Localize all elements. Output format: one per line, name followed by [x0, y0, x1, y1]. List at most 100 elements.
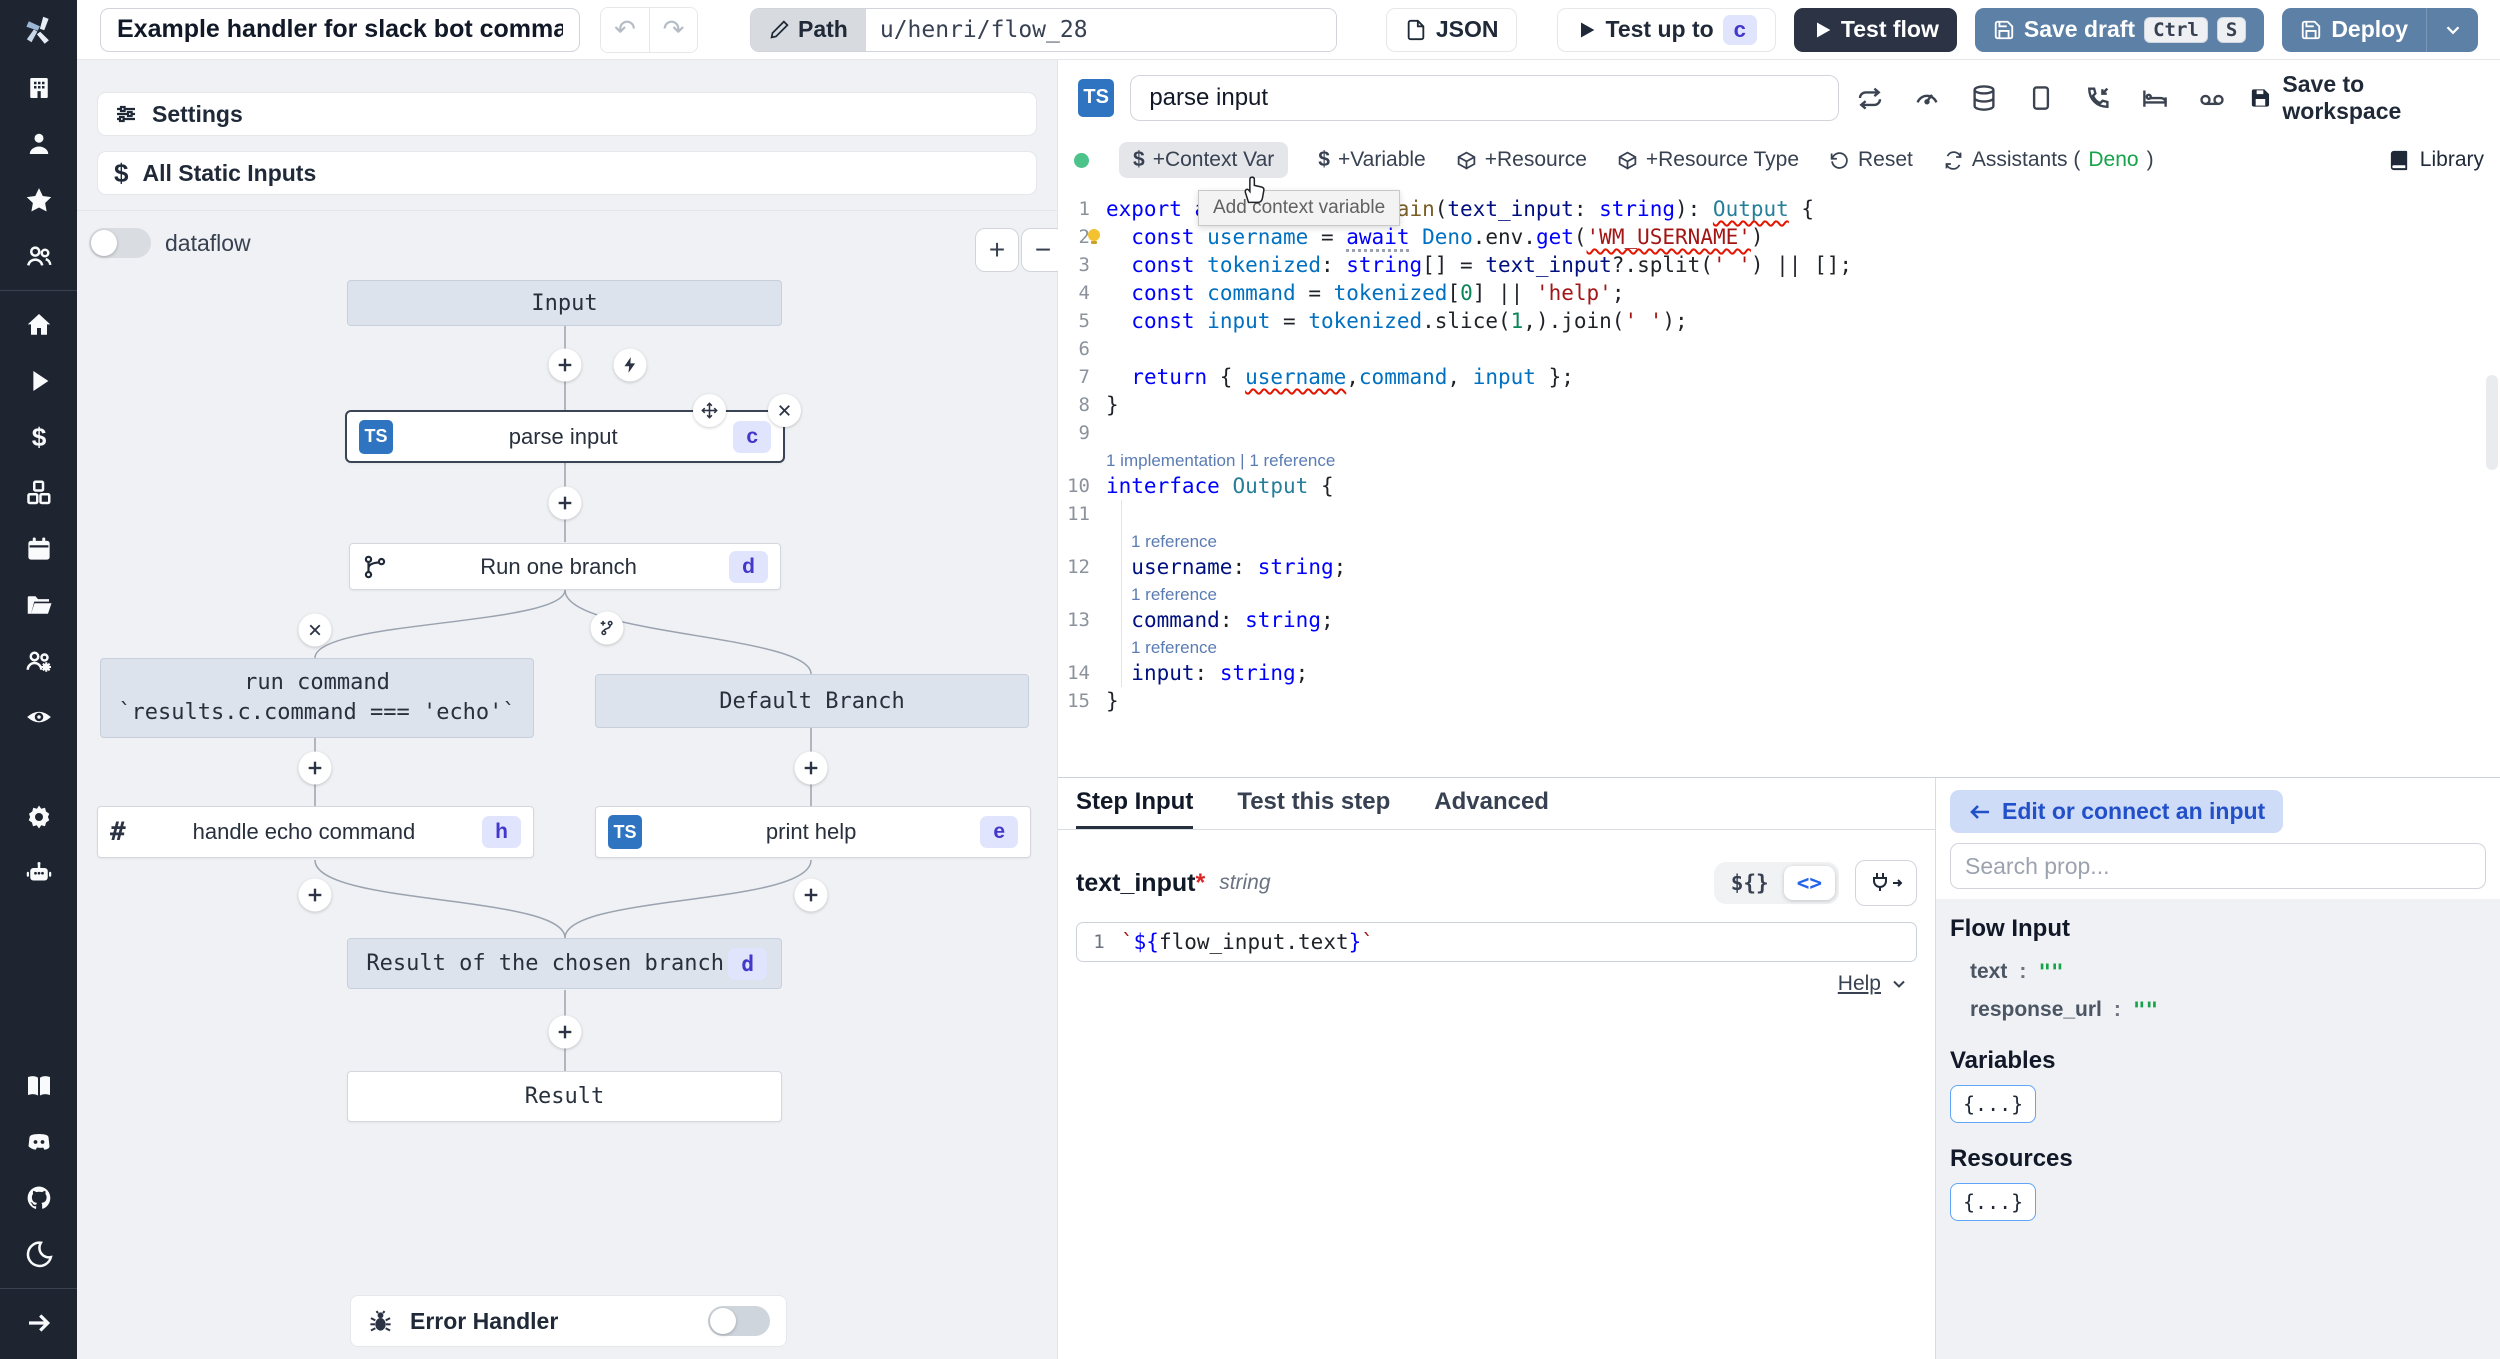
delete-step-button[interactable]: [768, 394, 801, 427]
help-link[interactable]: Help: [1838, 972, 1881, 996]
move-step-button[interactable]: [693, 394, 726, 427]
insert-step-button[interactable]: [548, 348, 582, 382]
code-mode-button[interactable]: <>: [1783, 866, 1835, 900]
square-icon[interactable]: [2026, 83, 2056, 113]
add-resource-button[interactable]: +Resource: [1456, 148, 1587, 172]
error-handler-toggle[interactable]: [708, 1306, 770, 1336]
database-icon[interactable]: [1969, 83, 1999, 113]
schedules-icon[interactable]: [0, 521, 77, 577]
codelens-row[interactable]: 1 reference: [1058, 581, 2500, 606]
deploy-button[interactable]: Deploy: [2282, 7, 2426, 52]
windmill-logo-icon[interactable]: [0, 0, 77, 60]
reset-button[interactable]: Reset: [1829, 148, 1913, 172]
edit-or-connect-button[interactable]: Edit or connect an input: [1950, 790, 2284, 833]
remove-branch-button[interactable]: [298, 613, 332, 647]
insert-step-button[interactable]: [298, 751, 332, 785]
undo-button[interactable]: ↶: [601, 7, 649, 52]
audit-icon[interactable]: [0, 689, 77, 745]
repeat-icon[interactable]: [1855, 83, 1885, 113]
connect-input-button[interactable]: [1855, 860, 1917, 906]
flow-node-default-branch[interactable]: Default Branch: [595, 674, 1029, 728]
groups-icon[interactable]: [0, 633, 77, 689]
gauge-icon[interactable]: [1912, 83, 1942, 113]
codelens-row[interactable]: 1 reference: [1058, 528, 2500, 553]
flow-node-input[interactable]: Input: [347, 280, 782, 326]
star-icon[interactable]: [0, 172, 77, 228]
deploy-more-button[interactable]: [2426, 7, 2478, 52]
line-number: 8: [1078, 394, 1090, 416]
step-name-input[interactable]: [1130, 74, 1840, 121]
insert-step-button[interactable]: [794, 751, 828, 785]
workspace-icon[interactable]: [0, 60, 77, 116]
resources-object-chip[interactable]: {...}: [1950, 1183, 2037, 1221]
flow-node-handle-echo-command[interactable]: # handle echo command h: [97, 806, 534, 858]
typescript-badge: TS: [359, 419, 393, 454]
save-draft-button[interactable]: Save draft Ctrl S: [1974, 7, 2265, 52]
home-icon[interactable]: [0, 297, 77, 353]
save-to-workspace-button[interactable]: Save to workspace: [2249, 71, 2480, 125]
variables-icon[interactable]: $: [0, 409, 77, 465]
flow-title-input[interactable]: [100, 7, 580, 52]
voicemail-icon[interactable]: [2197, 83, 2227, 113]
insert-step-button[interactable]: [548, 486, 582, 520]
add-resource-type-button[interactable]: +Resource Type: [1617, 148, 1799, 172]
test-up-to-step-badge: c: [1722, 14, 1757, 45]
resources-icon[interactable]: [0, 465, 77, 521]
github-icon[interactable]: [0, 1170, 77, 1226]
codelens-row[interactable]: 1 reference: [1058, 634, 2500, 659]
ai-icon[interactable]: [0, 845, 77, 901]
insert-step-button[interactable]: [794, 878, 828, 912]
search-prop-input[interactable]: [1950, 843, 2486, 889]
folders-icon[interactable]: [0, 577, 77, 633]
add-variable-button[interactable]: $ +Variable: [1318, 148, 1425, 172]
add-branch-button[interactable]: [590, 611, 624, 645]
json-button[interactable]: JSON: [1385, 7, 1518, 52]
trigger-button[interactable]: [613, 348, 647, 382]
users-icon[interactable]: [0, 228, 77, 284]
tab-step-input[interactable]: Step Input: [1076, 778, 1194, 829]
chevron-down-icon[interactable]: [1889, 974, 1909, 994]
flow-node-result[interactable]: Result: [347, 1071, 782, 1122]
code-editor[interactable]: Add context variable 1export async funct…: [1058, 185, 2500, 777]
discord-icon[interactable]: [0, 1114, 77, 1170]
insert-step-button[interactable]: [298, 878, 332, 912]
sidebar-footer-group: [0, 1295, 77, 1351]
template-mode-button[interactable]: ${}: [1718, 866, 1782, 900]
tab-test-this-step[interactable]: Test this step: [1237, 778, 1390, 829]
bed-icon[interactable]: [2140, 83, 2170, 113]
flow-input-prop-response_url[interactable]: response_url : "": [1950, 991, 2486, 1029]
flow-node-print-help[interactable]: TS print help e: [595, 806, 1031, 858]
field-name: text_input: [1076, 868, 1196, 897]
kbd-s: S: [2216, 16, 2247, 43]
path-label[interactable]: Path: [751, 8, 866, 51]
phone-icon[interactable]: [2083, 83, 2113, 113]
line-number: [1058, 634, 1106, 659]
variables-object-chip[interactable]: {...}: [1950, 1085, 2037, 1123]
lightbulb-icon[interactable]: [1084, 226, 1104, 248]
package-icon: [1618, 151, 1637, 169]
redo-button[interactable]: ↷: [649, 7, 697, 52]
assistants-button[interactable]: Assistants (Deno): [1943, 148, 2154, 172]
settings-icon[interactable]: [0, 789, 77, 845]
library-button[interactable]: Library: [2388, 148, 2484, 172]
path-group: Path: [750, 7, 1337, 52]
save-icon: [1994, 20, 2014, 39]
collapse-icon[interactable]: [0, 1295, 77, 1351]
insert-step-button[interactable]: [548, 1015, 582, 1049]
book-icon[interactable]: [0, 1058, 77, 1114]
codelens-row[interactable]: 1 implementation | 1 reference: [1058, 447, 2500, 472]
input-expression-editor[interactable]: 1 `${flow_input.text}`: [1076, 922, 1917, 962]
test-flow-button[interactable]: Test flow: [1793, 7, 1957, 52]
flow-node-branch-result[interactable]: Result of the chosen branch d: [347, 938, 782, 989]
flow-input-prop-text[interactable]: text : "": [1950, 953, 2486, 991]
user-icon[interactable]: [0, 116, 77, 172]
save-icon: [2252, 88, 2270, 107]
flow-node-run-one-branch[interactable]: Run one branch d: [349, 543, 781, 590]
flow-node-parse-input[interactable]: TS parse input c: [345, 394, 801, 463]
tab-advanced[interactable]: Advanced: [1434, 778, 1549, 829]
moon-icon[interactable]: [0, 1226, 77, 1282]
test-up-to-button[interactable]: Test up to c: [1557, 7, 1776, 52]
runs-icon[interactable]: [0, 353, 77, 409]
flow-node-branch-condition[interactable]: run command `results.c.command === 'echo…: [100, 658, 534, 738]
path-input[interactable]: [865, 8, 1336, 51]
